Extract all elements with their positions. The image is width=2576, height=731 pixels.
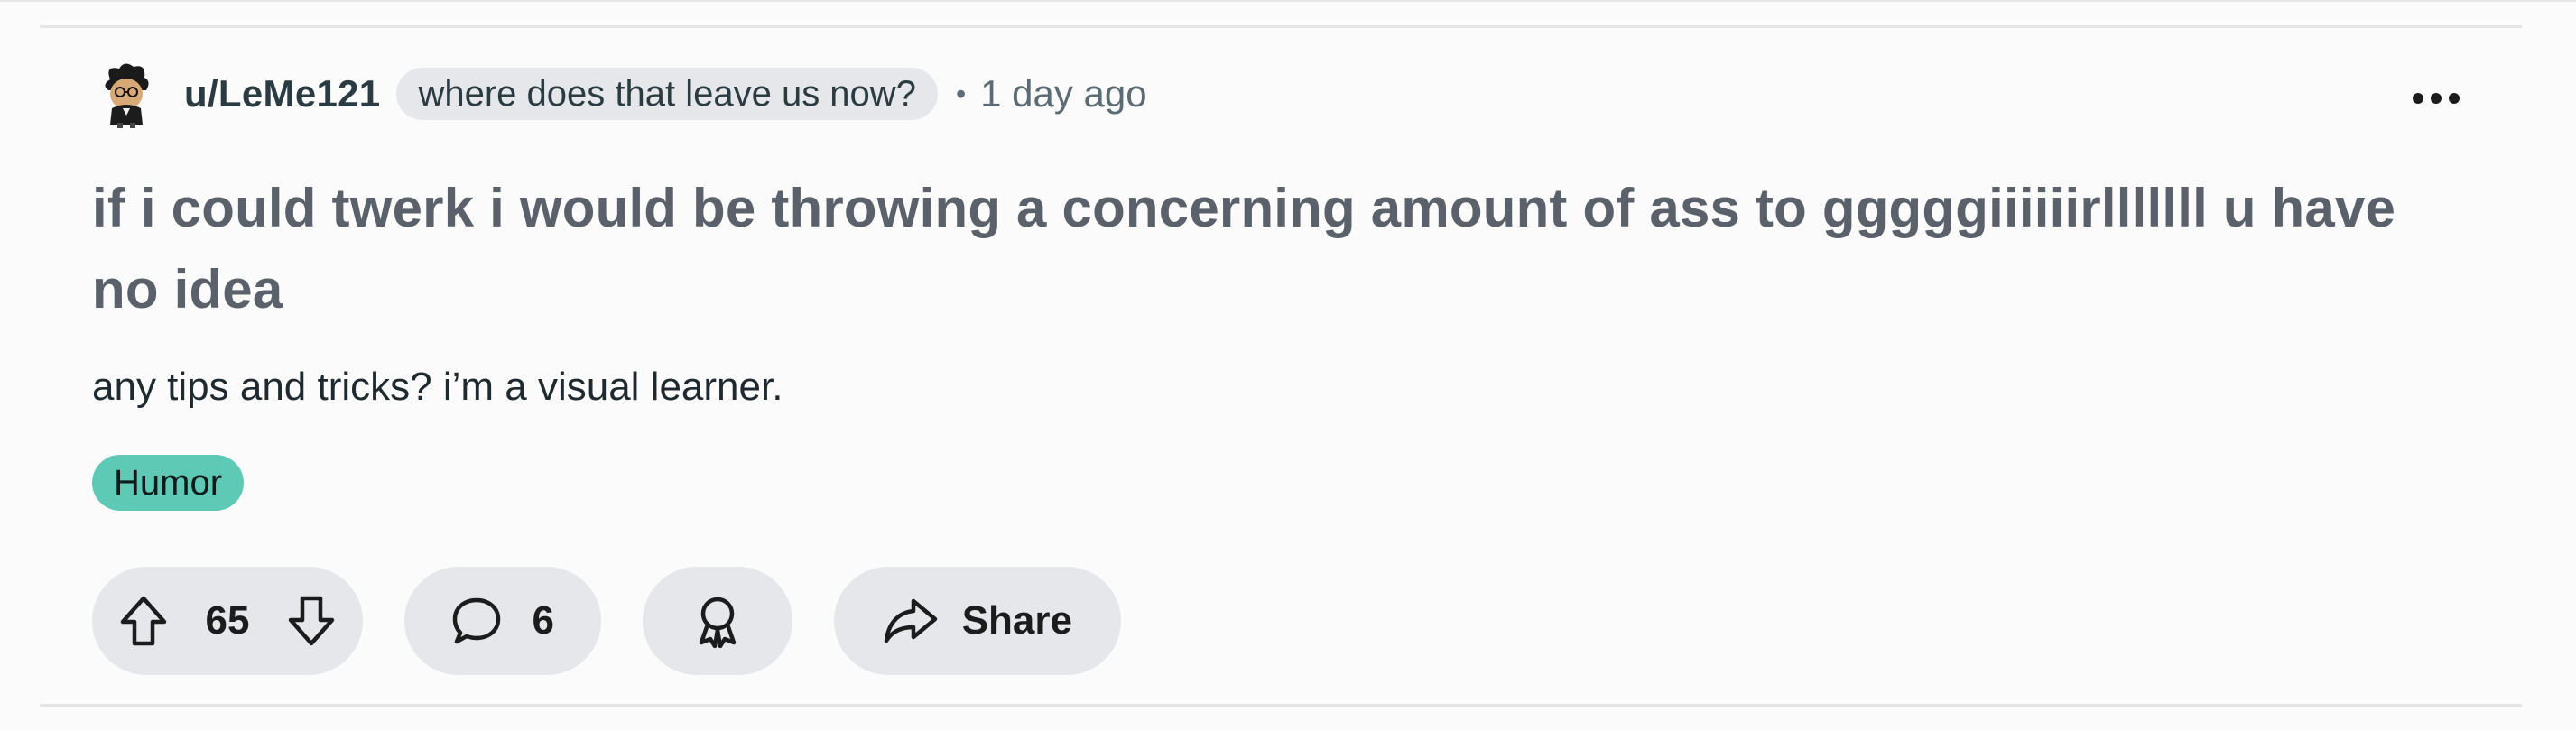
post-timestamp: 1 day ago bbox=[980, 72, 1147, 115]
more-options-icon bbox=[2412, 92, 2460, 105]
award-icon bbox=[692, 594, 743, 648]
comment-icon bbox=[451, 596, 502, 646]
comment-count: 6 bbox=[532, 598, 554, 643]
divider-top bbox=[40, 25, 2522, 28]
vote-control: 65 bbox=[92, 567, 363, 675]
action-bar: 65 6 Share bbox=[92, 567, 1163, 675]
more-options-button[interactable] bbox=[2405, 76, 2468, 121]
divider-bottom bbox=[40, 704, 2522, 707]
top-edge bbox=[0, 0, 2576, 2]
vote-count: 65 bbox=[205, 598, 250, 643]
post-body: any tips and tricks? i’m a visual learne… bbox=[92, 365, 783, 409]
share-label: Share bbox=[961, 598, 1072, 643]
award-button[interactable] bbox=[643, 567, 792, 675]
share-icon bbox=[883, 597, 939, 644]
downvote-icon[interactable] bbox=[287, 595, 336, 647]
post-meta: u/LeMe121 where does that leave us now? … bbox=[92, 60, 1147, 128]
username-link[interactable]: u/LeMe121 bbox=[184, 72, 380, 116]
share-button[interactable]: Share bbox=[834, 567, 1121, 675]
post-title[interactable]: if i could twerk i would be throwing a c… bbox=[92, 168, 2475, 330]
avatar[interactable] bbox=[92, 60, 161, 128]
user-flair: where does that leave us now? bbox=[396, 68, 938, 120]
comments-button[interactable]: 6 bbox=[404, 567, 601, 675]
meta-separator: • bbox=[955, 77, 967, 110]
post-flair-tag[interactable]: Humor bbox=[92, 455, 245, 511]
upvote-icon[interactable] bbox=[119, 595, 168, 647]
